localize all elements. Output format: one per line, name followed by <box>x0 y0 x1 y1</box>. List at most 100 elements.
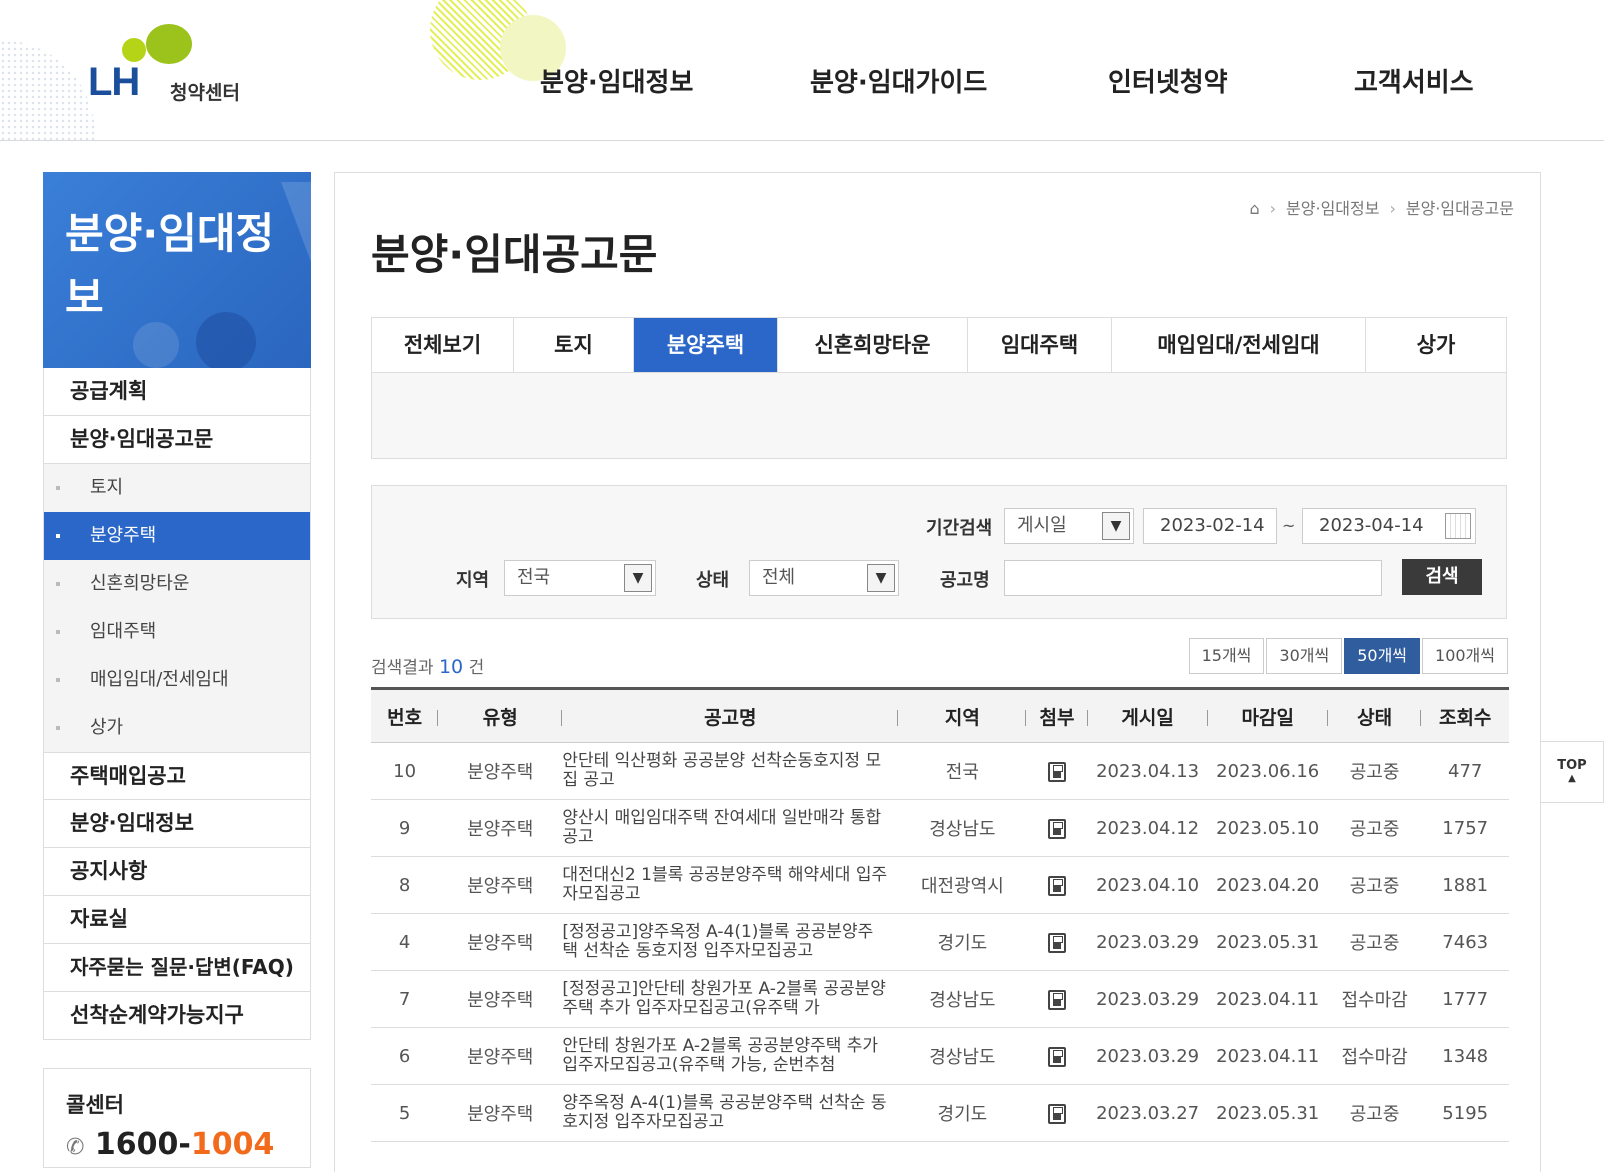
cell-number: 7 <box>371 970 439 1028</box>
table-row[interactable]: 5 분양주택 양주옥정 A-4(1)블록 공공분양주택 선착순 동호지정 입주자… <box>371 1084 1509 1142</box>
sidebar-item-faq[interactable]: 자주묻는 질문·답변(FAQ) <box>43 944 311 992</box>
result-count: 검색결과 10 건 <box>371 653 484 678</box>
sidebar-subitem-shops[interactable]: 상가 <box>44 704 310 752</box>
table-row[interactable]: 8 분양주택 대전대신2 1블록 공공분양주택 해약세대 입주자모집공고 대전광… <box>371 856 1509 914</box>
table-row[interactable]: 4 분양주택 [정정공고]양주옥정 A-4(1)블록 공공분양주택 선착순 동호… <box>371 913 1509 971</box>
search-button[interactable]: 검색 <box>1402 559 1482 595</box>
tab-rental-housing[interactable]: 임대주택 <box>968 318 1112 372</box>
cell-attachment[interactable] <box>1026 799 1088 857</box>
chevron-down-icon[interactable]: ▼ <box>624 564 652 592</box>
cell-attachment[interactable] <box>1026 856 1088 914</box>
cell-title-link[interactable]: 안단테 익산평화 공공분양 선착순동호지정 모집 공고 <box>562 742 899 800</box>
cell-posted-date: 2023.03.29 <box>1087 970 1208 1028</box>
cell-title-link[interactable]: 안단테 창원가포 A-2블록 공공분양주택 추가 입주자모집공고(유주택 가능,… <box>562 1027 899 1085</box>
decorative-dots <box>0 40 95 140</box>
nav-item-sale-rent-guide[interactable]: 분양·임대가이드 <box>810 62 987 99</box>
table-row[interactable]: 7 분양주택 [정정공고]안단테 창원가포 A-2블록 공공분양주택 추가 입주… <box>371 970 1509 1028</box>
column-header: 유형 <box>438 688 563 743</box>
tab-newlywed-town[interactable]: 신혼희망타운 <box>778 318 968 372</box>
cell-title-link[interactable]: 양주옥정 A-4(1)블록 공공분양주택 선착순 동호지정 입주자모집공고 <box>562 1084 899 1142</box>
table-row[interactable]: 9 분양주택 양산시 매입임대주택 잔여세대 일반매각 통합공고 경상남도 20… <box>371 799 1509 857</box>
page-size-15[interactable]: 15개씩 <box>1188 638 1265 674</box>
tab-land[interactable]: 토지 <box>514 318 634 372</box>
attachment-file-icon[interactable] <box>1048 932 1067 953</box>
cell-attachment[interactable] <box>1026 1027 1088 1085</box>
sidebar-item-notices[interactable]: 공지사항 <box>43 848 311 896</box>
sidebar-item-first-come[interactable]: 선착순계약가능지구 <box>43 992 311 1040</box>
sidebar-item-announcements[interactable]: 분양·임대공고문 <box>43 416 311 464</box>
cell-views: 1757 <box>1421 799 1509 857</box>
sidebar-subitem-sale-housing[interactable]: 분양주택 <box>44 512 310 560</box>
announcement-table: 번호 유형 공고명 지역 첨부 게시일 마감일 상태 조회수 10 분양주택 안… <box>371 687 1509 1142</box>
tab-panel <box>371 372 1507 459</box>
date-to-input[interactable]: 2023-04-14 <box>1302 508 1476 544</box>
table-row[interactable]: 6 분양주택 안단테 창원가포 A-2블록 공공분양주택 추가 입주자모집공고(… <box>371 1027 1509 1085</box>
lh-logo[interactable]: LH 청약센터 <box>88 22 258 112</box>
sidebar-item-sale-rent-info[interactable]: 분양·임대정보 <box>43 800 311 848</box>
calendar-icon[interactable] <box>1445 513 1471 539</box>
breadcrumb-item[interactable]: 분양·임대공고문 <box>1406 199 1514 218</box>
home-icon[interactable]: ⌂ <box>1249 199 1259 218</box>
phone-icon: ✆ <box>66 1135 85 1160</box>
nav-item-internet-application[interactable]: 인터넷청약 <box>1108 62 1228 99</box>
attachment-file-icon[interactable] <box>1048 818 1067 839</box>
cell-deadline: 2023.05.31 <box>1207 913 1328 971</box>
tab-sale-housing[interactable]: 분양주택 <box>634 318 778 372</box>
cell-region: 경상남도 <box>898 799 1027 857</box>
period-type-select[interactable]: 게시일 ▼ <box>1004 508 1134 544</box>
chevron-down-icon[interactable]: ▼ <box>1102 512 1130 540</box>
tab-all[interactable]: 전체보기 <box>372 318 514 372</box>
cell-views: 1348 <box>1421 1027 1509 1085</box>
tab-shops[interactable]: 상가 <box>1366 318 1506 372</box>
nav-item-customer-service[interactable]: 고객서비스 <box>1354 62 1474 99</box>
category-tabs: 전체보기 토지 분양주택 신혼희망타운 임대주택 매입임대/전세임대 상가 <box>371 317 1507 373</box>
result-prefix: 검색결과 <box>371 658 434 678</box>
logo-ball-small <box>122 38 146 62</box>
page-size-100[interactable]: 100개씩 <box>1422 638 1508 674</box>
cell-deadline: 2023.06.16 <box>1207 742 1328 800</box>
cell-views: 1777 <box>1421 970 1509 1028</box>
table-row[interactable]: 10 분양주택 안단테 익산평화 공공분양 선착순동호지정 모집 공고 전국 2… <box>371 742 1509 800</box>
call-number-suffix: 1004 <box>190 1127 275 1162</box>
sidebar-item-archive[interactable]: 자료실 <box>43 896 311 944</box>
sidebar-subitem-purchase-jeonse[interactable]: 매입임대/전세임대 <box>44 656 310 704</box>
attachment-file-icon[interactable] <box>1048 989 1067 1010</box>
cell-title-link[interactable]: 양산시 매입임대주택 잔여세대 일반매각 통합공고 <box>562 799 899 857</box>
chevron-right-icon: › <box>1269 199 1277 218</box>
chevron-down-icon[interactable]: ▼ <box>867 564 895 592</box>
page-title: 분양·임대공고문 <box>371 230 658 279</box>
title-input[interactable] <box>1004 560 1382 596</box>
cell-type: 분양주택 <box>438 1027 563 1085</box>
cell-deadline: 2023.05.31 <box>1207 1084 1328 1142</box>
cell-status: 공고중 <box>1327 1084 1422 1142</box>
cell-title-link[interactable]: [정정공고]안단테 창원가포 A-2블록 공공분양주택 추가 입주자모집공고(유… <box>562 970 899 1028</box>
attachment-file-icon[interactable] <box>1048 1046 1067 1067</box>
attachment-file-icon[interactable] <box>1048 875 1067 896</box>
scroll-top-button[interactable]: TOP ▲ <box>1540 741 1604 803</box>
cell-title-link[interactable]: [정정공고]양주옥정 A-4(1)블록 공공분양주택 선착순 동호지정 입주자모… <box>562 913 899 971</box>
attachment-file-icon[interactable] <box>1048 1103 1067 1124</box>
cell-attachment[interactable] <box>1026 1084 1088 1142</box>
cell-status: 접수마감 <box>1327 1027 1422 1085</box>
sidebar-subitem-rental-housing[interactable]: 임대주택 <box>44 608 310 656</box>
main-content: ⌂ › 분양·임대정보 › 분양·임대공고문 분양·임대공고문 전체보기 토지 분양주택… <box>334 172 1541 1172</box>
cell-attachment[interactable] <box>1026 970 1088 1028</box>
sidebar-subitem-land[interactable]: 토지 <box>44 464 310 512</box>
nav-item-sale-rent-info[interactable]: 분양·임대정보 <box>540 62 693 99</box>
tab-purchase-jeonse[interactable]: 매입임대/전세임대 <box>1112 318 1366 372</box>
date-to-value: 2023-04-14 <box>1319 515 1424 536</box>
date-from-input[interactable]: 2023-02-14 <box>1143 508 1277 544</box>
sidebar-subitem-newlywed-town[interactable]: 신혼희망타운 <box>44 560 310 608</box>
cell-title-link[interactable]: 대전대신2 1블록 공공분양주택 해약세대 입주자모집공고 <box>562 856 899 914</box>
region-select[interactable]: 전국 ▼ <box>504 560 656 596</box>
logo-subtitle: 청약센터 <box>170 82 240 104</box>
sidebar-item-house-purchase[interactable]: 주택매입공고 <box>43 752 311 800</box>
sidebar-item-supply-plan[interactable]: 공급계획 <box>43 368 311 416</box>
cell-attachment[interactable] <box>1026 913 1088 971</box>
breadcrumb-item[interactable]: 분양·임대정보 <box>1286 199 1379 218</box>
cell-attachment[interactable] <box>1026 742 1088 800</box>
page-size-50[interactable]: 50개씩 <box>1344 638 1421 674</box>
attachment-file-icon[interactable] <box>1048 761 1067 782</box>
status-select[interactable]: 전체 ▼ <box>749 560 899 596</box>
page-size-30[interactable]: 30개씩 <box>1266 638 1343 674</box>
